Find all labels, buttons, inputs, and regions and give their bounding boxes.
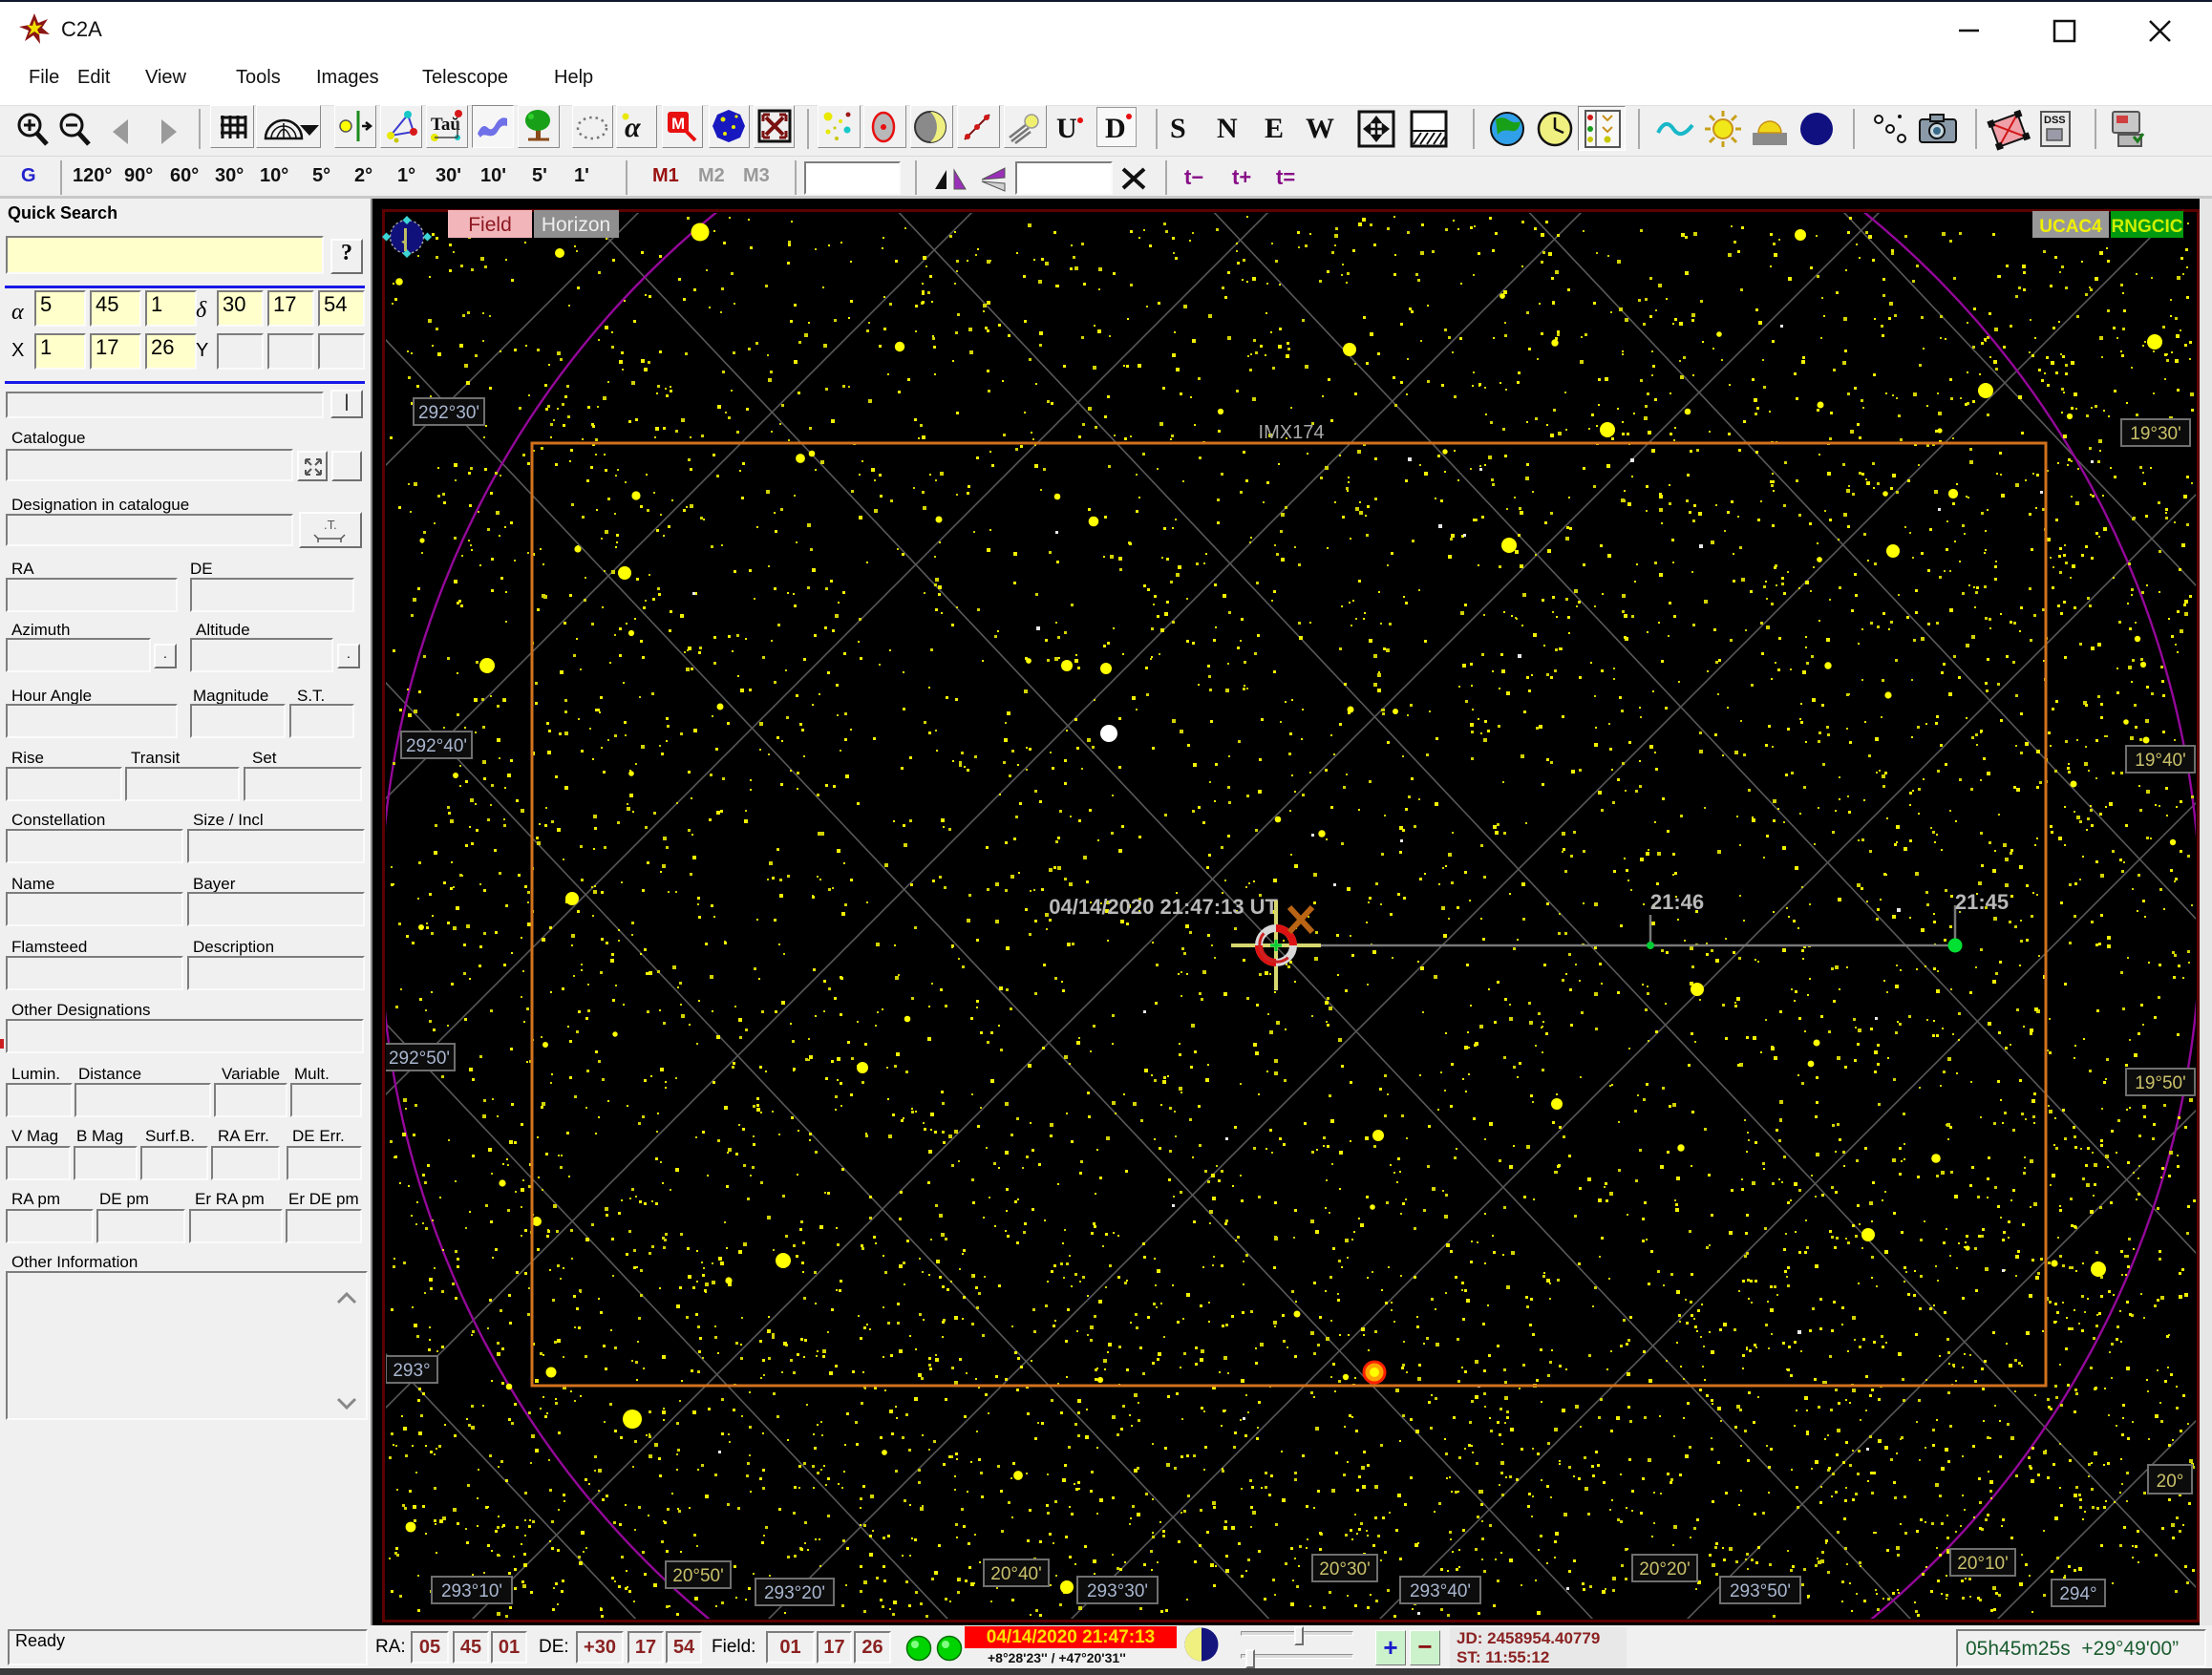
svg-text:20°: 20° [2157, 1472, 2184, 1492]
svg-text:293°10': 293°10' [441, 1581, 502, 1601]
svg-text:294°: 294° [2059, 1584, 2096, 1604]
svg-text:04/14/2020 21:47:13 UT: 04/14/2020 21:47:13 UT [1049, 895, 1278, 919]
svg-text:U: U [1056, 113, 1077, 144]
svg-text:293°50': 293°50' [1730, 1581, 1791, 1601]
svg-text:UCAC4: UCAC4 [2039, 217, 2102, 237]
svg-text:292°50': 292°50' [389, 1049, 450, 1069]
svg-text:DSS: DSS [2044, 115, 2066, 126]
svg-text:292°30': 292°30' [418, 403, 479, 423]
svg-text:20°50': 20°50' [672, 1566, 724, 1586]
svg-text:20°30': 20°30' [1319, 1559, 1371, 1580]
svg-text:293°40': 293°40' [1410, 1581, 1471, 1601]
svg-text:Field: Field [468, 214, 512, 236]
svg-text:292°40': 292°40' [406, 736, 467, 756]
svg-text:19°30': 19°30' [2130, 424, 2181, 444]
svg-text:RNGCIC: RNGCIC [2112, 217, 2183, 237]
svg-text:M: M [671, 115, 685, 133]
svg-text:Taŭ: Taŭ [431, 115, 460, 135]
svg-text:20°40': 20°40' [990, 1564, 1042, 1584]
svg-text:293°30': 293°30' [1087, 1581, 1148, 1601]
svg-text:20°10': 20°10' [1957, 1554, 2009, 1574]
svg-text:.T.: .T. [324, 518, 337, 532]
svg-text:21:46: 21:46 [1650, 890, 1704, 914]
svg-text:19°50': 19°50' [2135, 1073, 2186, 1093]
svg-text:20°20': 20°20' [1639, 1559, 1691, 1580]
svg-text:21:45: 21:45 [1955, 890, 2009, 914]
svg-text:Horizon: Horizon [542, 214, 610, 236]
svg-text:IMX174: IMX174 [1259, 422, 1325, 443]
svg-text:19°40': 19°40' [2135, 751, 2186, 771]
svg-text:293°: 293° [393, 1361, 430, 1381]
svg-text:D: D [1105, 113, 1126, 144]
svg-text:293°20': 293°20' [764, 1583, 825, 1603]
